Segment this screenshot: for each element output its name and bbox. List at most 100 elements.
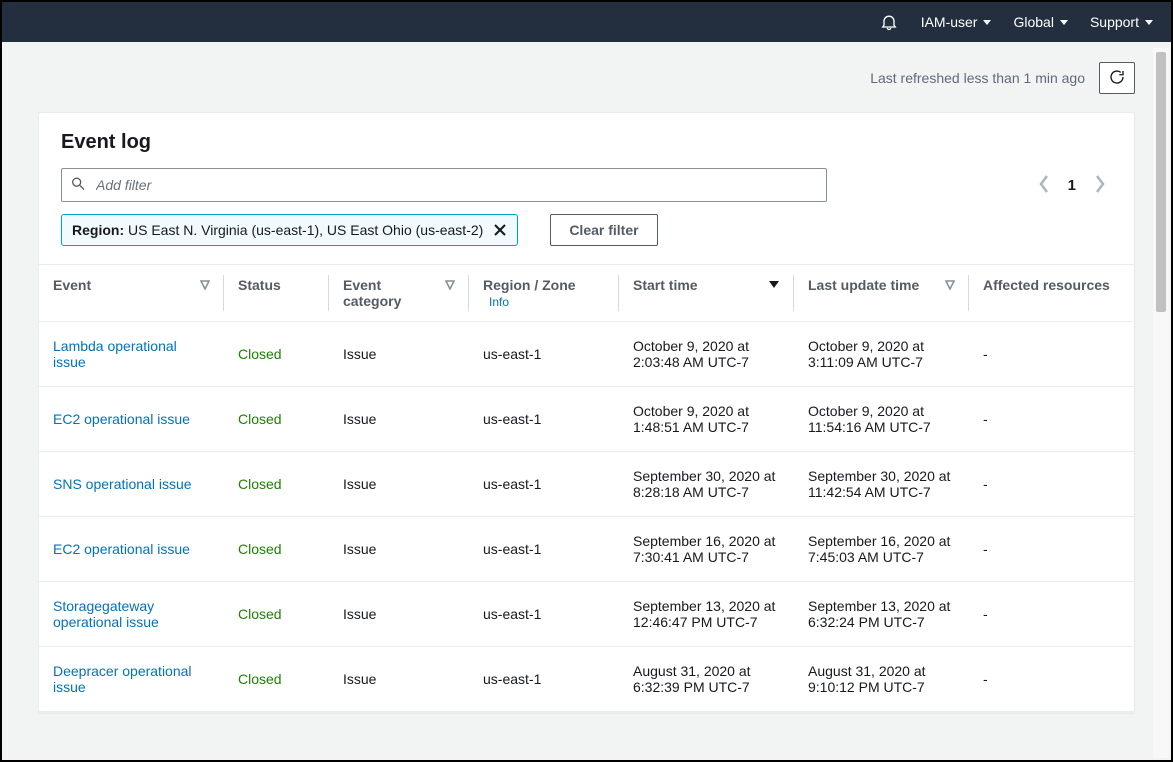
col-region[interactable]: Region / Zone Info bbox=[469, 265, 619, 322]
page-next-button[interactable] bbox=[1094, 174, 1106, 197]
cell-region: us-east-1 bbox=[469, 387, 619, 452]
notifications-icon[interactable] bbox=[879, 12, 899, 32]
cell-event: Deepracer operational issue bbox=[39, 647, 224, 712]
search-icon bbox=[70, 176, 86, 195]
cell-status: Closed bbox=[224, 322, 329, 387]
cell-update: August 31, 2020 at 9:10:12 PM UTC-7 bbox=[794, 647, 969, 712]
scrollbar-thumb[interactable] bbox=[1156, 52, 1166, 312]
col-event[interactable]: Event bbox=[39, 265, 224, 322]
caret-down-icon bbox=[1145, 20, 1153, 25]
cell-update: September 30, 2020 at 11:42:54 AM UTC-7 bbox=[794, 452, 969, 517]
cell-update: September 16, 2020 at 7:45:03 AM UTC-7 bbox=[794, 517, 969, 582]
cell-affected: - bbox=[969, 322, 1134, 387]
cell-start: August 31, 2020 at 6:32:39 PM UTC-7 bbox=[619, 647, 794, 712]
cell-category: Issue bbox=[329, 582, 469, 647]
cell-update: October 9, 2020 at 11:54:16 AM UTC-7 bbox=[794, 387, 969, 452]
page-title: Event log bbox=[61, 131, 1112, 154]
cell-status: Closed bbox=[224, 517, 329, 582]
cell-category: Issue bbox=[329, 647, 469, 712]
status-badge: Closed bbox=[238, 476, 282, 492]
cell-category: Issue bbox=[329, 452, 469, 517]
vertical-scrollbar[interactable] bbox=[1153, 48, 1169, 758]
refresh-button[interactable] bbox=[1099, 62, 1135, 94]
col-category[interactable]: Event category bbox=[329, 265, 469, 322]
table-row: EC2 operational issue Closed Issueus-east-… bbox=[39, 517, 1134, 582]
event-link[interactable]: EC2 operational issue bbox=[53, 411, 190, 427]
table-row: SNS operational issue Closed Issueus-east-… bbox=[39, 452, 1134, 517]
col-start[interactable]: Start time bbox=[619, 265, 794, 322]
cell-status: Closed bbox=[224, 582, 329, 647]
cell-region: us-east-1 bbox=[469, 647, 619, 712]
filter-chip-region[interactable]: Region: US East N. Virginia (us-east-1),… bbox=[61, 214, 518, 246]
cell-affected: - bbox=[969, 647, 1134, 712]
status-badge: Closed bbox=[238, 541, 282, 557]
col-start-label: Start time bbox=[633, 277, 698, 293]
col-status-label: Status bbox=[238, 277, 281, 293]
caret-down-icon bbox=[983, 20, 991, 25]
col-status[interactable]: Status bbox=[224, 265, 329, 322]
col-affected[interactable]: Affected resources bbox=[969, 265, 1134, 322]
col-event-label: Event bbox=[53, 277, 91, 293]
event-link[interactable]: SNS operational issue bbox=[53, 476, 192, 492]
top-navbar: IAM-user Global Support bbox=[2, 2, 1171, 42]
col-update[interactable]: Last update time bbox=[794, 265, 969, 322]
event-link[interactable]: Lambda operational issue bbox=[53, 338, 177, 370]
status-badge: Closed bbox=[238, 411, 282, 427]
cell-region: us-east-1 bbox=[469, 322, 619, 387]
cell-start: September 13, 2020 at 12:46:47 PM UTC-7 bbox=[619, 582, 794, 647]
region-info-link[interactable]: Info bbox=[489, 295, 509, 309]
table-row: EC2 operational issueClosedIssueus-east-… bbox=[39, 387, 1134, 452]
cell-event: Lambda operational issue bbox=[39, 322, 224, 387]
pagination: 1 bbox=[1038, 174, 1112, 197]
last-refreshed-text: Last refreshed less than 1 min ago bbox=[870, 70, 1085, 86]
support-menu[interactable]: Support bbox=[1090, 14, 1153, 30]
cell-affected: - bbox=[969, 517, 1134, 582]
cell-status: Closed bbox=[224, 387, 329, 452]
clear-filter-button[interactable]: Clear filter bbox=[550, 214, 657, 246]
cell-status: Closed bbox=[224, 647, 329, 712]
filter-chip-key: Region: bbox=[72, 222, 124, 238]
region-menu-label: Global bbox=[1013, 14, 1053, 30]
status-badge: Closed bbox=[238, 346, 282, 362]
table-row: Storagegateway operational issue ClosedIs… bbox=[39, 582, 1134, 647]
cell-category: Issue bbox=[329, 517, 469, 582]
refresh-icon bbox=[1108, 68, 1126, 89]
cell-event: EC2 operational issue bbox=[39, 517, 224, 582]
page-prev-button[interactable] bbox=[1038, 174, 1050, 197]
filter-input[interactable] bbox=[61, 168, 827, 202]
support-menu-label: Support bbox=[1090, 14, 1139, 30]
cell-start: October 9, 2020 at 2:03:48 AM UTC-7 bbox=[619, 322, 794, 387]
cell-region: us-east-1 bbox=[469, 452, 619, 517]
cell-category: Issue bbox=[329, 322, 469, 387]
cell-event: EC2 operational issue bbox=[39, 387, 224, 452]
status-badge: Closed bbox=[238, 671, 282, 687]
cell-update: October 9, 2020 at 3:11:09 AM UTC-7 bbox=[794, 322, 969, 387]
user-menu-label: IAM-user bbox=[921, 14, 978, 30]
cell-affected: - bbox=[969, 582, 1134, 647]
user-menu[interactable]: IAM-user bbox=[921, 14, 992, 30]
event-table: Event Status bbox=[39, 264, 1134, 712]
event-link[interactable]: Storagegateway operational issue bbox=[53, 598, 159, 630]
cell-event: SNS operational issue bbox=[39, 452, 224, 517]
sort-active-desc-icon bbox=[768, 277, 780, 293]
cell-start: September 30, 2020 at 8:28:18 AM UTC-7 bbox=[619, 452, 794, 517]
col-update-label: Last update time bbox=[808, 277, 919, 293]
cell-start: October 9, 2020 at 1:48:51 AM UTC-7 bbox=[619, 387, 794, 452]
cell-region: us-east-1 bbox=[469, 517, 619, 582]
event-link[interactable]: Deepracer operational issue bbox=[53, 663, 192, 695]
event-log-panel: Event log 1 bbox=[38, 112, 1135, 713]
cell-affected: - bbox=[969, 452, 1134, 517]
table-row: Deepracer operational issue Closed Issueus… bbox=[39, 647, 1134, 712]
event-link[interactable]: EC2 operational issue bbox=[53, 541, 190, 557]
col-affected-label: Affected resources bbox=[983, 277, 1110, 293]
sort-icon bbox=[445, 277, 455, 293]
filter-chip-value: US East N. Virginia (us-east-1), US East… bbox=[128, 222, 483, 238]
caret-down-icon bbox=[1060, 20, 1068, 25]
col-region-label: Region / Zone bbox=[483, 277, 576, 293]
page-number: 1 bbox=[1068, 177, 1076, 194]
region-menu[interactable]: Global bbox=[1013, 14, 1067, 30]
cell-region: us-east-1 bbox=[469, 582, 619, 647]
cell-affected: - bbox=[969, 387, 1134, 452]
sort-icon bbox=[945, 277, 955, 293]
filter-chip-remove[interactable] bbox=[493, 223, 507, 237]
